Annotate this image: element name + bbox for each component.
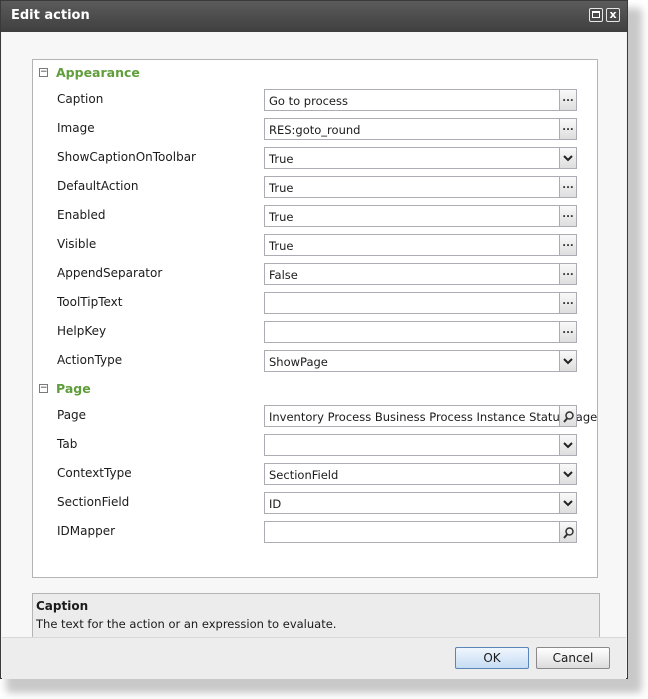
- dialog-title: Edit action: [11, 8, 90, 23]
- collapse-icon[interactable]: −: [39, 384, 48, 393]
- property-value: ID: [269, 497, 282, 511]
- property-row-idmapper: IDMapper: [33, 521, 597, 543]
- ellipsis-button[interactable]: ...: [560, 205, 577, 227]
- property-value-field[interactable]: ID: [264, 492, 560, 514]
- property-value-field[interactable]: True: [264, 205, 560, 227]
- property-grid: − Appearance Caption Go to process... Image R…: [32, 59, 598, 578]
- cancel-button[interactable]: Cancel: [536, 647, 610, 669]
- property-row-visible: Visible True...: [33, 234, 597, 256]
- close-icon[interactable]: x: [606, 8, 620, 22]
- property-row-caption: Caption Go to process...: [33, 89, 597, 111]
- property-label: SectionField: [57, 495, 130, 509]
- property-row-defaultaction: DefaultAction True...: [33, 176, 597, 198]
- property-value-field[interactable]: Inventory Process Business Process Insta…: [264, 405, 597, 427]
- property-row-tab: Tab: [33, 434, 597, 456]
- property-row-helpkey: HelpKey...: [33, 321, 597, 343]
- ok-button[interactable]: OK: [455, 647, 529, 669]
- property-row-appendseparator: AppendSeparator False...: [33, 263, 597, 285]
- chevron-down-icon[interactable]: [560, 492, 577, 514]
- property-row-sectionfield: SectionField ID: [33, 492, 597, 514]
- ellipsis-button[interactable]: ...: [560, 118, 577, 140]
- property-value: True: [269, 152, 294, 166]
- property-label: DefaultAction: [57, 179, 139, 193]
- ellipsis-button[interactable]: ...: [560, 176, 577, 198]
- property-label: HelpKey: [57, 324, 107, 338]
- property-row-actiontype: ActionType ShowPage: [33, 350, 597, 372]
- property-row-tooltiptext: ToolTipText...: [33, 292, 597, 314]
- maximize-icon[interactable]: [589, 8, 603, 22]
- collapse-icon[interactable]: −: [39, 68, 48, 77]
- property-value-field[interactable]: [264, 521, 560, 543]
- property-value-field[interactable]: True: [264, 147, 560, 169]
- property-value: RES:goto_round: [269, 123, 361, 137]
- property-label: Caption: [57, 92, 104, 106]
- ellipsis-button[interactable]: ...: [560, 321, 577, 343]
- property-value-field[interactable]: ShowPage: [264, 350, 560, 372]
- property-value: ShowPage: [269, 355, 328, 369]
- property-value-field[interactable]: [264, 321, 560, 343]
- property-value-field[interactable]: [264, 434, 560, 456]
- property-label: ContextType: [57, 466, 132, 480]
- property-label: AppendSeparator: [57, 266, 163, 280]
- property-value: False: [269, 268, 298, 282]
- property-row-showcaptionontoolbar: ShowCaptionOnToolbar True: [33, 147, 597, 169]
- property-label: ShowCaptionOnToolbar: [57, 150, 196, 164]
- section-label: Appearance: [56, 65, 140, 80]
- property-row-page: Page Inventory Process Business Process I…: [33, 405, 597, 427]
- property-label: Tab: [57, 437, 78, 451]
- property-label: IDMapper: [57, 524, 116, 538]
- property-value-field[interactable]: [264, 292, 560, 314]
- property-value: SectionField: [269, 468, 339, 482]
- property-value: True: [269, 239, 294, 253]
- property-label: ActionType: [57, 353, 123, 367]
- property-value: Inventory Process Business Process Insta…: [269, 410, 598, 424]
- property-value: Go to process: [269, 94, 348, 108]
- property-value-field[interactable]: False: [264, 263, 560, 285]
- property-value-field[interactable]: True: [264, 176, 560, 198]
- ellipsis-button[interactable]: ...: [560, 89, 577, 111]
- property-label: ToolTipText: [57, 295, 123, 309]
- property-value-field[interactable]: SectionField: [264, 463, 560, 485]
- ellipsis-button[interactable]: ...: [560, 292, 577, 314]
- property-value: True: [269, 181, 294, 195]
- property-label: Image: [57, 121, 95, 135]
- edit-action-dialog: Edit action x − Appearance Caption Go to pr…: [0, 0, 628, 679]
- property-label: Page: [57, 408, 87, 422]
- title-bar[interactable]: Edit action x: [1, 1, 627, 32]
- property-row-image: Image RES:goto_round...: [33, 118, 597, 140]
- chevron-down-icon[interactable]: [560, 434, 577, 456]
- property-value-field[interactable]: True: [264, 234, 560, 256]
- help-title: Caption: [36, 599, 89, 613]
- search-icon[interactable]: [560, 521, 577, 543]
- dialog-content: − Appearance Caption Go to process... Image R…: [2, 32, 626, 647]
- chevron-down-icon[interactable]: [560, 350, 577, 372]
- property-value-field[interactable]: Go to process: [264, 89, 560, 111]
- ellipsis-button[interactable]: ...: [560, 263, 577, 285]
- section-label: Page: [56, 381, 91, 396]
- help-description: The text for the action or an expression…: [36, 617, 337, 631]
- property-label: Enabled: [57, 208, 106, 222]
- property-row-contexttype: ContextType SectionField: [33, 463, 597, 485]
- dialog-footer: OK Cancel: [2, 637, 626, 679]
- ellipsis-button[interactable]: ...: [560, 234, 577, 256]
- property-row-enabled: Enabled True...: [33, 205, 597, 227]
- search-icon[interactable]: [560, 405, 577, 427]
- chevron-down-icon[interactable]: [560, 463, 577, 485]
- property-value-field[interactable]: RES:goto_round: [264, 118, 560, 140]
- chevron-down-icon[interactable]: [560, 147, 577, 169]
- property-label: Visible: [57, 237, 97, 251]
- property-value: True: [269, 210, 294, 224]
